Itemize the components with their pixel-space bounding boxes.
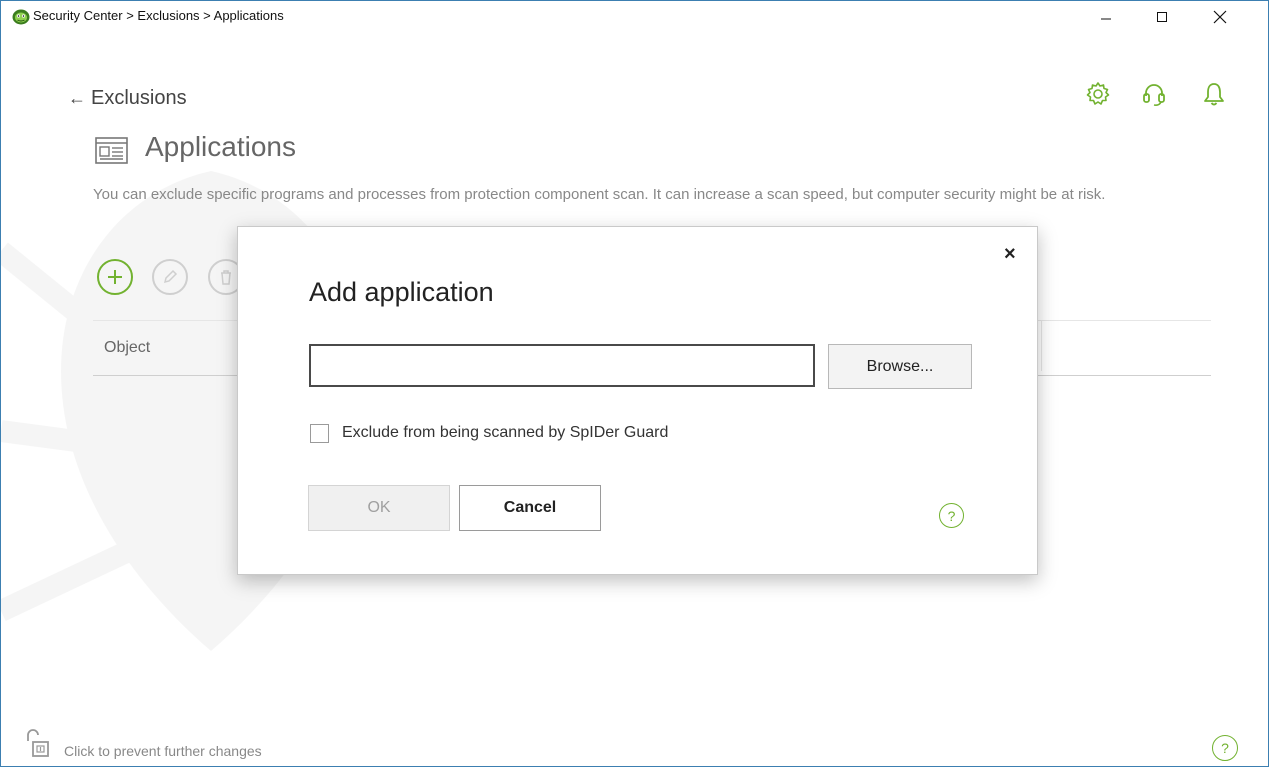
notifications-button[interactable]: [1199, 79, 1229, 109]
dialog-close-button[interactable]: ×: [1004, 243, 1016, 266]
lock-settings-text[interactable]: Click to prevent further changes: [64, 743, 262, 759]
cancel-button[interactable]: Cancel: [459, 485, 601, 531]
window-close-button[interactable]: [1197, 1, 1243, 32]
exclude-spider-guard-checkbox[interactable]: [310, 424, 329, 443]
gear-icon: [1086, 82, 1110, 105]
exclude-spider-guard-label[interactable]: Exclude from being scanned by SpIDer Gua…: [342, 424, 668, 442]
add-exclusion-button[interactable]: [97, 259, 133, 295]
page-title: Applications: [145, 131, 296, 162]
title-bar: Security Center > Exclusions > Applicati…: [1, 1, 1268, 32]
application-window-icon: [95, 137, 128, 164]
minimize-icon: [1101, 18, 1111, 19]
column-header-object[interactable]: Object: [104, 339, 150, 357]
unlocked-padlock-icon[interactable]: [24, 727, 52, 757]
dialog-title: Add application: [309, 277, 494, 307]
pencil-icon: [163, 269, 178, 284]
back-link-label: Exclusions: [91, 87, 187, 109]
window-title: Security Center > Exclusions > Applicati…: [33, 8, 284, 23]
minimize-button[interactable]: [1083, 1, 1129, 32]
page-description: You can exclude specific programs and pr…: [93, 186, 1106, 203]
settings-button[interactable]: [1083, 79, 1113, 109]
ok-button[interactable]: OK: [308, 485, 450, 531]
maximize-icon: [1157, 11, 1167, 22]
browse-button[interactable]: Browse...: [828, 344, 972, 389]
application-path-input[interactable]: [309, 344, 815, 387]
edit-exclusion-button[interactable]: [152, 259, 188, 295]
headset-icon: [1143, 84, 1165, 106]
arrow-left-icon: ←: [68, 88, 86, 108]
plus-icon: [108, 270, 122, 284]
dialog-help-button[interactable]: ?: [939, 503, 964, 528]
column-separator: [1041, 321, 1042, 371]
add-application-dialog: × Add application Browse... Exclude from…: [237, 226, 1038, 575]
dr-web-logo-icon: [12, 9, 30, 25]
security-center-window: Security Center > Exclusions > Applicati…: [0, 0, 1269, 767]
maximize-button[interactable]: [1139, 1, 1185, 32]
trash-icon: [221, 270, 231, 285]
support-button[interactable]: [1139, 79, 1169, 109]
back-to-exclusions-link[interactable]: ← Exclusions: [68, 87, 187, 110]
close-icon: [1213, 10, 1227, 23]
help-button[interactable]: ?: [1212, 735, 1238, 761]
bell-icon: [1204, 83, 1224, 106]
